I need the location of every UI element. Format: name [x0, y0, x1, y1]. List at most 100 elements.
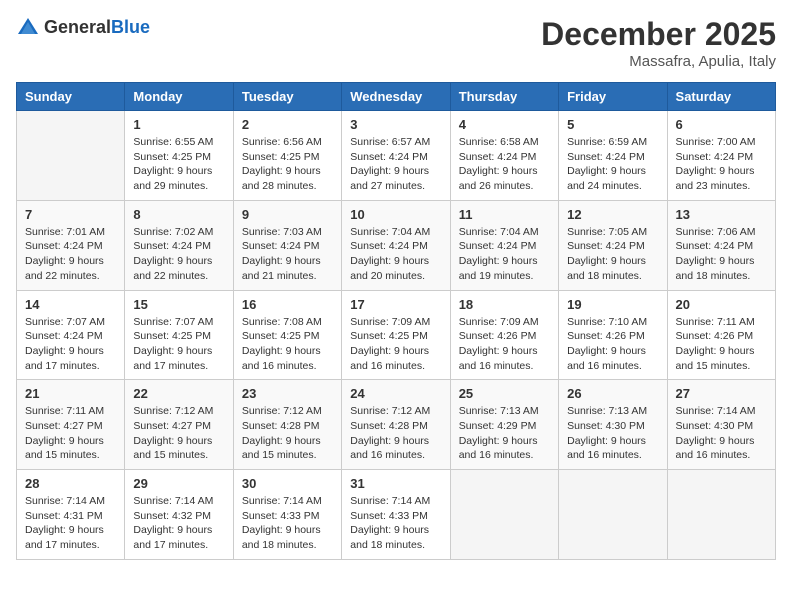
day-info: Sunrise: 7:12 AM Sunset: 4:28 PM Dayligh… [242, 404, 333, 463]
title-block: December 2025 Massafra, Apulia, Italy [541, 16, 776, 70]
calendar-cell: 22 Sunrise: 7:12 AM Sunset: 4:27 PM Dayli… [125, 380, 233, 470]
day-number: 1 [133, 117, 224, 132]
logo-text: GeneralBlue [44, 18, 150, 38]
day-info: Sunrise: 7:12 AM Sunset: 4:28 PM Dayligh… [350, 404, 441, 463]
day-number: 21 [25, 386, 116, 401]
day-number: 15 [133, 297, 224, 312]
calendar-cell: 13 Sunrise: 7:06 AM Sunset: 4:24 PM Dayli… [667, 200, 775, 290]
day-info: Sunrise: 7:06 AM Sunset: 4:24 PM Dayligh… [676, 225, 767, 284]
day-number: 27 [676, 386, 767, 401]
calendar-cell: 28 Sunrise: 7:14 AM Sunset: 4:31 PM Dayli… [17, 470, 125, 560]
day-info: Sunrise: 7:13 AM Sunset: 4:29 PM Dayligh… [459, 404, 550, 463]
calendar-cell: 31 Sunrise: 7:14 AM Sunset: 4:33 PM Dayli… [342, 470, 450, 560]
calendar-cell: 18 Sunrise: 7:09 AM Sunset: 4:26 PM Dayli… [450, 290, 558, 380]
day-info: Sunrise: 7:14 AM Sunset: 4:31 PM Dayligh… [25, 494, 116, 553]
day-info: Sunrise: 7:11 AM Sunset: 4:27 PM Dayligh… [25, 404, 116, 463]
calendar-week-row: 21 Sunrise: 7:11 AM Sunset: 4:27 PM Dayli… [17, 380, 776, 470]
logo-icon [16, 16, 40, 40]
day-number: 9 [242, 207, 333, 222]
calendar-cell: 1 Sunrise: 6:55 AM Sunset: 4:25 PM Daylig… [125, 111, 233, 201]
day-number: 7 [25, 207, 116, 222]
calendar-cell: 25 Sunrise: 7:13 AM Sunset: 4:29 PM Dayli… [450, 380, 558, 470]
column-header-saturday: Saturday [667, 83, 775, 111]
day-info: Sunrise: 7:04 AM Sunset: 4:24 PM Dayligh… [350, 225, 441, 284]
calendar-cell: 15Sunrise: 7:07 AM Sunset: 4:25 PM Dayli… [125, 290, 233, 380]
calendar-cell [17, 111, 125, 201]
day-info: Sunrise: 7:11 AM Sunset: 4:26 PM Dayligh… [676, 315, 767, 374]
location: Massafra, Apulia, Italy [541, 53, 776, 70]
calendar-cell: 4Sunrise: 6:58 AM Sunset: 4:24 PM Daylig… [450, 111, 558, 201]
calendar-week-row: 1 Sunrise: 6:55 AM Sunset: 4:25 PM Daylig… [17, 111, 776, 201]
day-number: 10 [350, 207, 441, 222]
calendar-cell: 27Sunrise: 7:14 AM Sunset: 4:30 PM Dayli… [667, 380, 775, 470]
day-number: 2 [242, 117, 333, 132]
calendar-cell: 2 Sunrise: 6:56 AM Sunset: 4:25 PM Daylig… [233, 111, 341, 201]
day-number: 18 [459, 297, 550, 312]
day-info: Sunrise: 6:56 AM Sunset: 4:25 PM Dayligh… [242, 135, 333, 194]
calendar-cell: 21 Sunrise: 7:11 AM Sunset: 4:27 PM Dayli… [17, 380, 125, 470]
logo-general: General [44, 17, 111, 37]
calendar-week-row: 28 Sunrise: 7:14 AM Sunset: 4:31 PM Dayli… [17, 470, 776, 560]
calendar-cell: 9Sunrise: 7:03 AM Sunset: 4:24 PM Daylig… [233, 200, 341, 290]
day-number: 12 [567, 207, 658, 222]
calendar-cell: 19 Sunrise: 7:10 AM Sunset: 4:26 PM Dayli… [559, 290, 667, 380]
day-info: Sunrise: 7:00 AM Sunset: 4:24 PM Dayligh… [676, 135, 767, 194]
day-number: 19 [567, 297, 658, 312]
calendar-cell: 14 Sunrise: 7:07 AM Sunset: 4:24 PM Dayli… [17, 290, 125, 380]
calendar-cell: 20Sunrise: 7:11 AM Sunset: 4:26 PM Dayli… [667, 290, 775, 380]
day-info: Sunrise: 7:13 AM Sunset: 4:30 PM Dayligh… [567, 404, 658, 463]
day-info: Sunrise: 7:02 AM Sunset: 4:24 PM Dayligh… [133, 225, 224, 284]
calendar-cell: 5 Sunrise: 6:59 AM Sunset: 4:24 PM Daylig… [559, 111, 667, 201]
day-number: 3 [350, 117, 441, 132]
calendar-cell: 24 Sunrise: 7:12 AM Sunset: 4:28 PM Dayli… [342, 380, 450, 470]
calendar-cell: 12 Sunrise: 7:05 AM Sunset: 4:24 PM Dayli… [559, 200, 667, 290]
day-number: 5 [567, 117, 658, 132]
calendar-cell: 8 Sunrise: 7:02 AM Sunset: 4:24 PM Daylig… [125, 200, 233, 290]
calendar-week-row: 14 Sunrise: 7:07 AM Sunset: 4:24 PM Dayli… [17, 290, 776, 380]
day-number: 6 [676, 117, 767, 132]
day-number: 25 [459, 386, 550, 401]
calendar-week-row: 7 Sunrise: 7:01 AM Sunset: 4:24 PM Daylig… [17, 200, 776, 290]
day-number: 17 [350, 297, 441, 312]
day-info: Sunrise: 7:10 AM Sunset: 4:26 PM Dayligh… [567, 315, 658, 374]
day-number: 13 [676, 207, 767, 222]
column-header-sunday: Sunday [17, 83, 125, 111]
day-number: 30 [242, 476, 333, 491]
calendar-cell: 29Sunrise: 7:14 AM Sunset: 4:32 PM Dayli… [125, 470, 233, 560]
day-info: Sunrise: 6:57 AM Sunset: 4:24 PM Dayligh… [350, 135, 441, 194]
day-number: 24 [350, 386, 441, 401]
column-header-monday: Monday [125, 83, 233, 111]
day-info: Sunrise: 6:59 AM Sunset: 4:24 PM Dayligh… [567, 135, 658, 194]
day-number: 26 [567, 386, 658, 401]
day-info: Sunrise: 7:14 AM Sunset: 4:33 PM Dayligh… [350, 494, 441, 553]
day-number: 14 [25, 297, 116, 312]
calendar-cell: 26 Sunrise: 7:13 AM Sunset: 4:30 PM Dayli… [559, 380, 667, 470]
calendar-cell: 17Sunrise: 7:09 AM Sunset: 4:25 PM Dayli… [342, 290, 450, 380]
day-number: 22 [133, 386, 224, 401]
calendar-cell: 3 Sunrise: 6:57 AM Sunset: 4:24 PM Daylig… [342, 111, 450, 201]
logo: GeneralBlue [16, 16, 150, 40]
day-info: Sunrise: 7:09 AM Sunset: 4:26 PM Dayligh… [459, 315, 550, 374]
day-info: Sunrise: 7:07 AM Sunset: 4:24 PM Dayligh… [25, 315, 116, 374]
column-header-tuesday: Tuesday [233, 83, 341, 111]
day-info: Sunrise: 7:08 AM Sunset: 4:25 PM Dayligh… [242, 315, 333, 374]
column-header-friday: Friday [559, 83, 667, 111]
calendar-cell [450, 470, 558, 560]
column-header-wednesday: Wednesday [342, 83, 450, 111]
day-info: Sunrise: 7:12 AM Sunset: 4:27 PM Dayligh… [133, 404, 224, 463]
day-number: 31 [350, 476, 441, 491]
day-info: Sunrise: 6:55 AM Sunset: 4:25 PM Dayligh… [133, 135, 224, 194]
day-number: 28 [25, 476, 116, 491]
calendar-cell: 11 Sunrise: 7:04 AM Sunset: 4:24 PM Dayli… [450, 200, 558, 290]
day-number: 16 [242, 297, 333, 312]
day-info: Sunrise: 7:05 AM Sunset: 4:24 PM Dayligh… [567, 225, 658, 284]
day-info: Sunrise: 7:04 AM Sunset: 4:24 PM Dayligh… [459, 225, 550, 284]
calendar-cell: 10 Sunrise: 7:04 AM Sunset: 4:24 PM Dayli… [342, 200, 450, 290]
page-header: GeneralBlue December 2025 Massafra, Apul… [16, 16, 776, 70]
day-info: Sunrise: 7:01 AM Sunset: 4:24 PM Dayligh… [25, 225, 116, 284]
day-number: 11 [459, 207, 550, 222]
calendar-cell [559, 470, 667, 560]
day-number: 8 [133, 207, 224, 222]
logo-blue: Blue [111, 17, 150, 37]
day-info: Sunrise: 7:14 AM Sunset: 4:32 PM Dayligh… [133, 494, 224, 553]
